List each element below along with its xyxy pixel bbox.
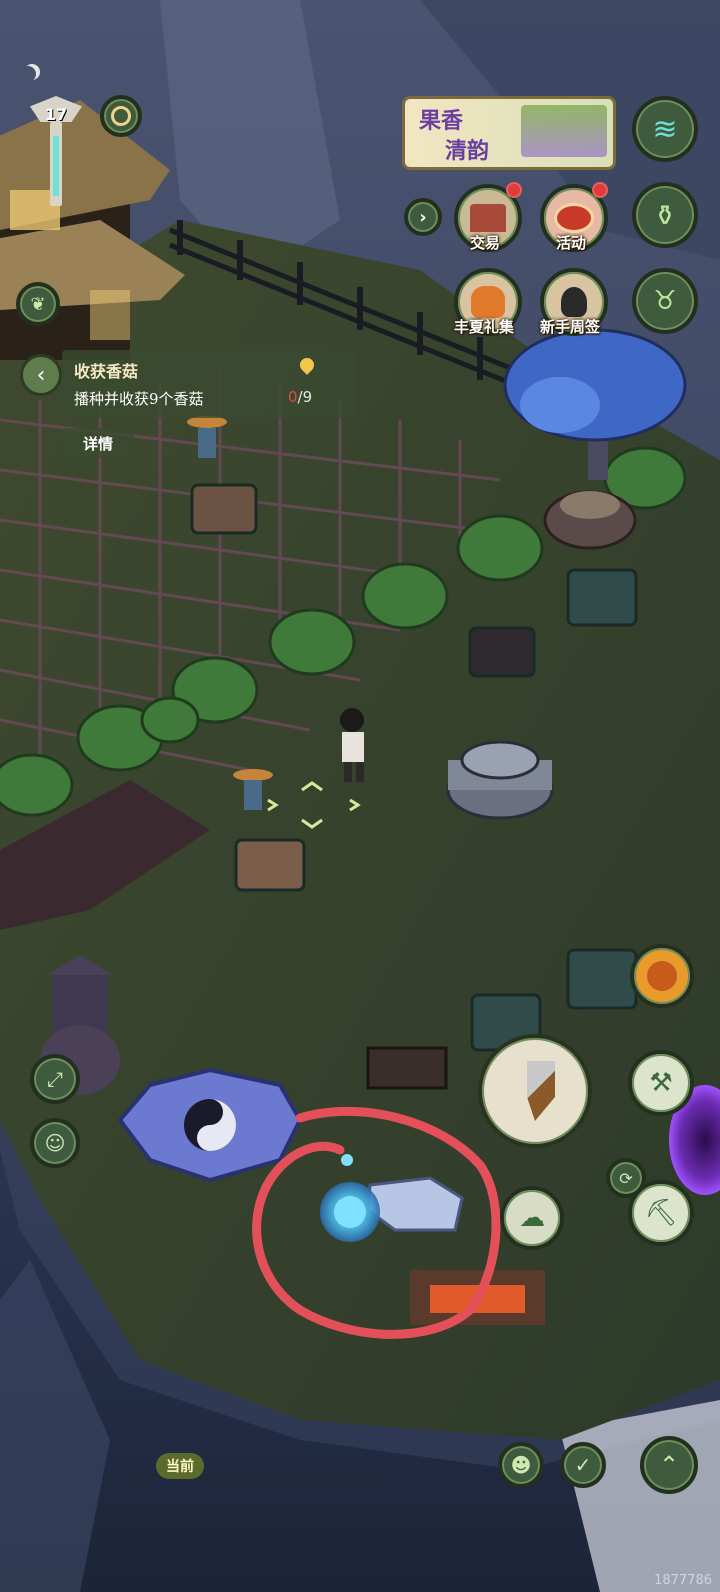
quest-description: 播种并收获9个香菇 <box>74 390 204 408</box>
expand-icon: ⤢ <box>47 1067 63 1091</box>
up-button[interactable]: ⌃ <box>640 1436 698 1494</box>
trade-label: 交易 <box>469 234 500 252</box>
drum-icon <box>554 203 594 233</box>
cloud-icon: ☁ <box>519 1203 545 1233</box>
pot-button[interactable]: ⚱ <box>632 182 698 248</box>
moon-icon <box>20 66 36 82</box>
leaf-button[interactable]: ❦ <box>16 282 60 326</box>
newbie-checkin-label: 新手周签 <box>539 318 600 336</box>
activity-label: 活动 <box>555 234 586 252</box>
character-button[interactable]: ☺ <box>30 1118 80 1168</box>
up-arrow-icon: ⌃ <box>658 1451 680 1479</box>
pickaxe-button[interactable]: ⚒ <box>628 1050 694 1116</box>
monkey-companion-button[interactable] <box>630 944 694 1008</box>
menu-expand-button[interactable]: › <box>404 198 442 236</box>
check-button[interactable]: ✓ <box>560 1442 606 1488</box>
monkey-face-icon <box>647 961 677 991</box>
emote-button[interactable]: ☻ <box>498 1442 544 1488</box>
vine-trellis-illustration <box>521 105 607 157</box>
event-banner-title-1: 果香 <box>419 108 464 134</box>
quest-collapse-button[interactable]: ‹ <box>20 354 62 396</box>
event-banner[interactable]: 果香 清韵 <box>402 96 616 170</box>
summer-gift-label: 丰夏礼集 <box>453 318 514 336</box>
trade-stall-icon <box>470 204 506 232</box>
expand-view-button[interactable]: ⤢ <box>30 1054 80 1104</box>
watermark: 1877786 <box>654 1573 712 1588</box>
bull-button[interactable]: ♉ <box>632 268 698 334</box>
compass-icon <box>111 106 131 126</box>
cloud-skill-button[interactable]: ☁ <box>500 1186 564 1250</box>
gift-bag-icon <box>471 286 505 318</box>
leaf-icon: ❦ <box>30 293 46 315</box>
trade-notification-dot <box>506 182 522 198</box>
check-icon: ✓ <box>574 1453 592 1477</box>
person-icon: ☺ <box>44 1131 66 1155</box>
current-label: 当前 <box>156 1453 204 1479</box>
cycle-icon: ⟳ <box>619 1168 633 1188</box>
activity-notification-dot <box>592 182 608 198</box>
quest-details-button[interactable]: 详情 <box>62 428 134 458</box>
quest-panel[interactable]: 收获香菇 播种并收获9个香菇 0/9 <box>62 350 354 418</box>
pickaxe-icon: ⚒ <box>649 1068 673 1098</box>
quest-progress-current: 0 <box>288 388 298 406</box>
pot-icon: ⚱ <box>653 198 677 232</box>
quest-progress-total: /9 <box>297 388 313 406</box>
hoe-icon: ⛏ <box>644 1198 678 1228</box>
axe-action-button[interactable] <box>478 1034 592 1148</box>
chevron-left-icon: ‹ <box>36 362 46 388</box>
wave-button[interactable]: ≋ <box>632 96 698 162</box>
game-scene[interactable] <box>0 0 720 1592</box>
location-pin-icon[interactable] <box>297 355 317 375</box>
smile-icon: ☻ <box>510 1453 532 1477</box>
avatar-icon <box>561 287 587 317</box>
hoe-button[interactable]: ⛏ <box>628 1180 694 1246</box>
quest-progress: 0/9 <box>288 388 312 406</box>
axe-icon <box>527 1061 555 1121</box>
quest-title: 收获香菇 <box>74 362 139 381</box>
arrow-right-icon: › <box>419 206 427 228</box>
event-banner-title-2: 清韵 <box>445 138 490 164</box>
bull-icon: ♉ <box>653 286 677 316</box>
wave-icon: ≋ <box>652 111 678 147</box>
compass-button[interactable] <box>100 95 142 137</box>
level-number: 17 <box>44 105 68 124</box>
